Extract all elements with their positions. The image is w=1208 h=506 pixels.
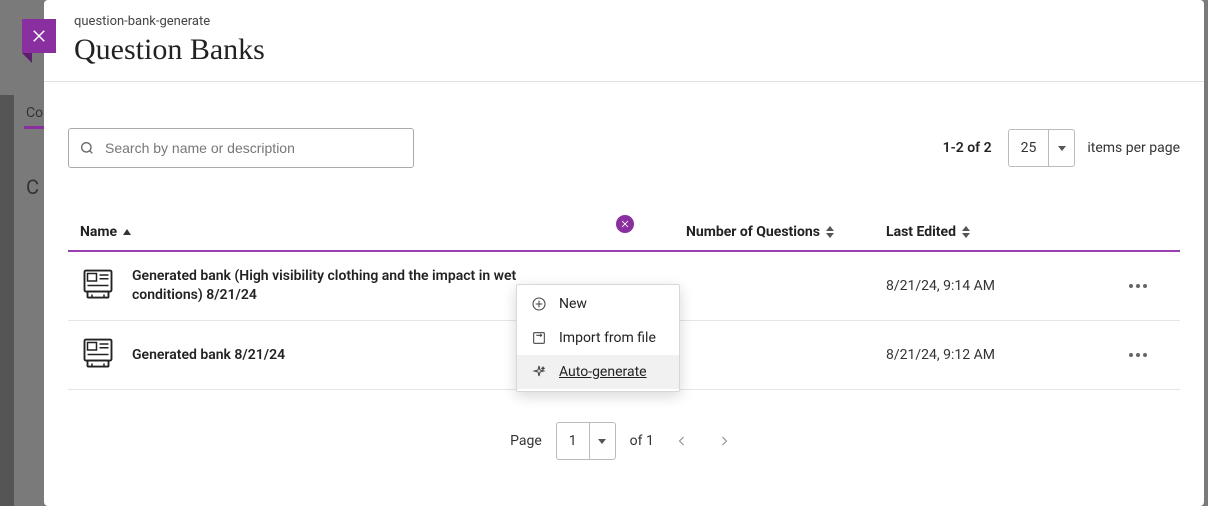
chevron-down-icon <box>1048 130 1074 166</box>
page-of-text: of 1 <box>630 433 654 449</box>
close-icon <box>30 27 48 45</box>
backdrop-tab: Co <box>26 105 43 121</box>
menu-item-new[interactable]: New <box>517 287 679 321</box>
row-name: Generated bank (High visibility clothing… <box>132 267 552 305</box>
row-actions-button[interactable] <box>1108 284 1168 288</box>
column-last-edited[interactable]: Last Edited <box>886 224 1108 240</box>
row-actions-button[interactable] <box>1108 353 1168 357</box>
panel-header: question-bank-generate Question Banks <box>44 0 1204 82</box>
add-menu: New Import from file Auto-generate <box>516 284 680 392</box>
sort-both-icon <box>962 226 970 238</box>
page-value: 1 <box>557 433 589 449</box>
menu-item-auto-generate[interactable]: Auto-generate <box>517 355 679 389</box>
row-name: Generated bank 8/21/24 <box>132 346 285 365</box>
more-icon <box>1129 353 1147 357</box>
sort-asc-icon <box>123 229 131 235</box>
question-banks-panel: question-bank-generate Question Banks 1-… <box>44 0 1204 506</box>
row-last-edited: 8/21/24, 9:14 AM <box>886 278 1108 294</box>
items-per-page-select[interactable]: 25 <box>1008 129 1076 167</box>
more-icon <box>1129 284 1147 288</box>
prev-page-button[interactable] <box>668 427 696 455</box>
chevron-right-icon <box>718 435 730 447</box>
row-last-edited: 8/21/24, 9:12 AM <box>886 347 1108 363</box>
column-actions <box>1108 224 1168 240</box>
sparkle-icon <box>531 364 547 380</box>
next-page-button[interactable] <box>710 427 738 455</box>
chevron-down-icon <box>589 423 615 459</box>
sort-both-icon <box>826 226 834 238</box>
items-per-page-value: 25 <box>1009 140 1049 156</box>
question-bank-icon <box>80 335 116 375</box>
chevron-left-icon <box>676 435 688 447</box>
column-num-label: Number of Questions <box>686 224 820 240</box>
result-count: 1-2 of 2 <box>943 140 992 156</box>
import-icon <box>531 330 547 346</box>
search-field-wrap[interactable] <box>68 128 414 168</box>
backdrop-letter: C <box>26 175 39 199</box>
breadcrumb: question-bank-generate <box>74 14 1174 29</box>
page-label: Page <box>510 433 542 449</box>
search-input[interactable] <box>103 139 403 157</box>
close-small-icon <box>620 219 630 229</box>
menu-item-label: Import from file <box>559 330 656 346</box>
question-bank-icon <box>80 266 116 306</box>
page-select[interactable]: 1 <box>556 422 616 460</box>
toolbar: 1-2 of 2 25 items per page <box>44 82 1204 168</box>
menu-item-label: Auto-generate <box>559 364 647 380</box>
plus-circle-icon <box>531 296 547 312</box>
pagination: Page 1 of 1 <box>44 390 1204 460</box>
items-per-page-label: items per page <box>1087 140 1180 156</box>
column-name-label: Name <box>80 224 117 240</box>
menu-item-import[interactable]: Import from file <box>517 321 679 355</box>
search-icon <box>79 140 95 156</box>
add-question-bank-button[interactable] <box>616 215 634 233</box>
column-edited-label: Last Edited <box>886 224 956 240</box>
close-panel-button[interactable] <box>22 19 56 53</box>
backdrop-tab-underline <box>24 126 44 129</box>
backdrop-stripe <box>0 95 14 506</box>
menu-item-label: New <box>559 296 587 312</box>
column-name[interactable]: Name <box>80 224 686 240</box>
page-title: Question Banks <box>74 33 1174 67</box>
column-number-of-questions[interactable]: Number of Questions <box>686 224 886 240</box>
